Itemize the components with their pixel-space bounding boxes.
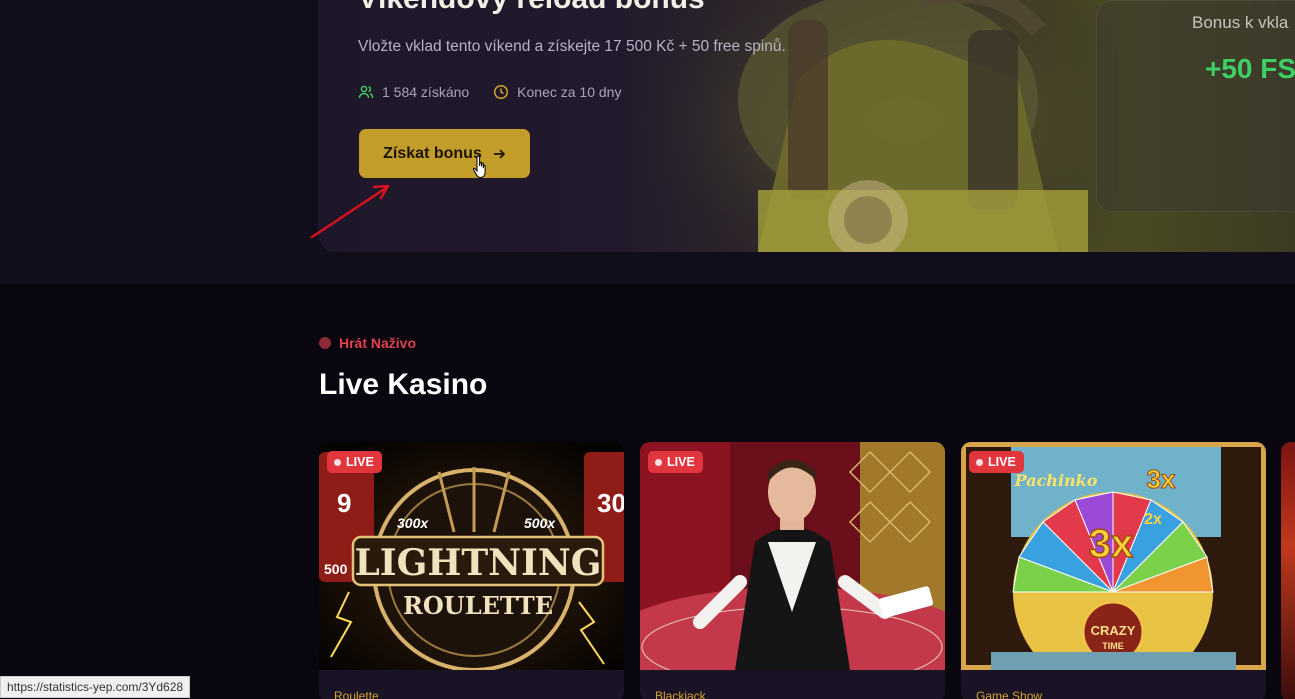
claimed-text: 1 584 získáno xyxy=(382,84,470,100)
promo-description: Vložte vklad tento víkend a získejte 17 … xyxy=(358,38,786,55)
live-indicator-icon xyxy=(976,458,983,466)
svg-text:500: 500 xyxy=(324,561,348,577)
bonus-panel: 17 500 Bonus k vkla +50 FS xyxy=(1096,0,1295,212)
svg-text:30: 30 xyxy=(597,488,624,518)
bonus-label: Bonus k vkla xyxy=(1192,13,1289,32)
svg-text:ROULETTE: ROULETTE xyxy=(403,591,553,620)
svg-text:LIGHTNING: LIGHTNING xyxy=(354,542,601,584)
game-category: Roulette xyxy=(334,689,379,699)
svg-text:TIME: TIME xyxy=(1102,641,1124,651)
game-category: Game Show xyxy=(976,689,1043,699)
section-title: Live Kasino xyxy=(319,368,488,401)
svg-text:CRAZY: CRAZY xyxy=(1091,623,1136,638)
live-badge: LIVE xyxy=(648,451,703,473)
free-spins: +50 FS xyxy=(1205,53,1295,84)
live-badge-label: LIVE xyxy=(988,455,1016,469)
claimed-count: 1 584 získáno xyxy=(358,84,469,100)
crazy-time-thumbnail: CRAZY TIME 3x 3x 2x Pachinko xyxy=(961,442,1266,670)
clock-icon xyxy=(494,84,509,100)
game-category: Blackjack xyxy=(655,689,706,699)
claim-bonus-button[interactable]: Získat bonus xyxy=(359,129,530,178)
promo-title: Víkendový reload bonus xyxy=(358,0,705,16)
live-badge: LIVE xyxy=(969,451,1024,473)
live-badge-label: LIVE xyxy=(667,455,695,469)
live-indicator-icon xyxy=(334,458,341,466)
promo-section: Víkendový reload bonus Vložte vklad tent… xyxy=(0,0,1295,284)
section-tag: Hrát Naživo xyxy=(319,335,416,351)
game-card-blackjack[interactable]: LIVE Blackjack xyxy=(640,442,945,699)
svg-text:Pachinko: Pachinko xyxy=(1014,471,1098,490)
red-arrow-annotation xyxy=(310,184,390,239)
svg-text:3x: 3x xyxy=(1147,464,1176,494)
live-indicator-icon xyxy=(655,458,662,466)
claim-bonus-label: Získat bonus xyxy=(383,144,482,162)
game-card-partial[interactable] xyxy=(1281,442,1295,699)
users-icon xyxy=(358,85,374,99)
promo-meta: 1 584 získáno Konec za 10 dny xyxy=(358,84,621,100)
hand-pointer-icon xyxy=(472,155,486,178)
page: Víkendový reload bonus Vložte vklad tent… xyxy=(0,0,1295,699)
svg-text:9: 9 xyxy=(337,488,351,518)
blackjack-thumbnail xyxy=(640,442,945,670)
lightning-roulette-thumbnail: 9 30 500 LIGHTNING ROULETTE 300x 500x xyxy=(319,442,624,670)
svg-text:500x: 500x xyxy=(524,515,556,531)
live-dot-icon xyxy=(319,337,331,349)
end-timer: Konec za 10 dny xyxy=(493,84,621,100)
game-card-game-show[interactable]: CRAZY TIME 3x 3x 2x Pachinko LIVE Game S… xyxy=(961,442,1266,699)
browser-status-url: https://statistics-yep.com/3Yd628 xyxy=(0,676,191,698)
live-badge: LIVE xyxy=(327,451,382,473)
live-badge-label: LIVE xyxy=(346,455,374,469)
svg-text:300x: 300x xyxy=(397,515,429,531)
bonus-amount: 17 500 xyxy=(1143,0,1278,9)
end-timer-text: Konec za 10 dny xyxy=(517,84,622,100)
section-tag-label: Hrát Naživo xyxy=(339,335,417,351)
game-card-roulette[interactable]: 9 30 500 LIGHTNING ROULETTE 300x 500x LI… xyxy=(319,442,624,699)
svg-text:2x: 2x xyxy=(1144,511,1162,528)
arrow-right-icon xyxy=(493,148,506,159)
svg-text:3x: 3x xyxy=(1089,522,1134,566)
promo-card: Víkendový reload bonus Vložte vklad tent… xyxy=(318,0,1295,252)
